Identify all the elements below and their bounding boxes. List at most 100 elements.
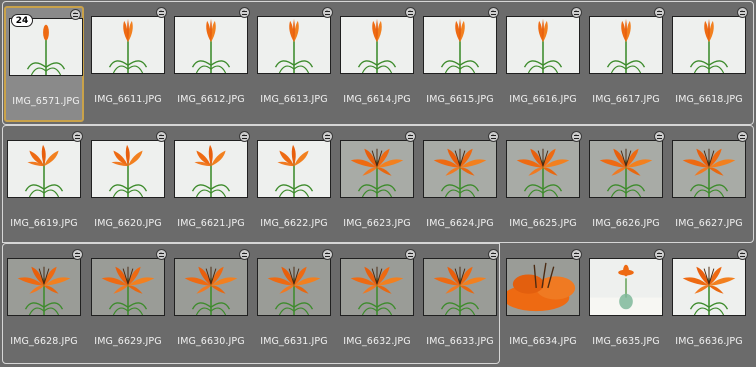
- thumbnail-image[interactable]: [672, 16, 746, 74]
- thumbnail-cell[interactable]: IMG_6624.JPG: [420, 130, 500, 246]
- sync-badge-icon[interactable]: [405, 131, 416, 142]
- thumbnail-filename: IMG_6627.JPG: [675, 218, 743, 229]
- thumbnail-filename: IMG_6618.JPG: [675, 94, 743, 105]
- thumbnail-image[interactable]: [672, 140, 746, 198]
- sync-badge-icon[interactable]: [72, 249, 83, 260]
- thumbnail-cell[interactable]: IMG_6611.JPG: [88, 6, 168, 122]
- sync-badge-icon[interactable]: [156, 7, 167, 18]
- filmstrip-grid: IMG_6571.JPG 24 IMG_6611.JPG IMG_6612.JPG IM…: [0, 0, 756, 367]
- thumbnail-cell[interactable]: IMG_6634.JPG: [503, 248, 583, 364]
- thumbnail-cell[interactable]: IMG_6631.JPG: [254, 248, 334, 364]
- sync-badge-icon[interactable]: [571, 249, 582, 260]
- thumbnail-filename: IMG_6636.JPG: [675, 336, 743, 347]
- sync-badge-icon[interactable]: [488, 249, 499, 260]
- thumbnail-cell[interactable]: IMG_6632.JPG: [337, 248, 417, 364]
- thumbnail-filename: IMG_6630.JPG: [177, 336, 245, 347]
- thumbnail-cell[interactable]: IMG_6571.JPG 24: [4, 6, 84, 122]
- thumbnail-filename: IMG_6635.JPG: [592, 336, 660, 347]
- thumbnail-image[interactable]: [91, 140, 165, 198]
- thumbnail-cell[interactable]: IMG_6619.JPG: [4, 130, 84, 246]
- thumbnail-image[interactable]: [174, 140, 248, 198]
- sync-badge-icon[interactable]: [72, 131, 83, 142]
- sync-badge-icon[interactable]: [654, 249, 665, 260]
- sync-badge-icon[interactable]: [571, 131, 582, 142]
- thumbnail-filename: IMG_6617.JPG: [592, 94, 660, 105]
- thumbnail-cell[interactable]: IMG_6629.JPG: [88, 248, 168, 364]
- sync-badge-icon[interactable]: [737, 131, 748, 142]
- sync-badge-icon[interactable]: [571, 7, 582, 18]
- sync-badge-icon[interactable]: [239, 131, 250, 142]
- sync-badge-icon[interactable]: [156, 131, 167, 142]
- thumbnail-image[interactable]: [506, 258, 580, 316]
- thumbnail-image[interactable]: [589, 258, 663, 316]
- thumbnail-cell[interactable]: IMG_6625.JPG: [503, 130, 583, 246]
- thumbnail-filename: IMG_6633.JPG: [426, 336, 494, 347]
- thumbnail-image[interactable]: [506, 140, 580, 198]
- sync-badge-icon[interactable]: [70, 9, 81, 20]
- sync-badge-icon[interactable]: [488, 131, 499, 142]
- sync-badge-icon[interactable]: [654, 7, 665, 18]
- thumbnail-cell[interactable]: IMG_6614.JPG: [337, 6, 417, 122]
- thumbnail-cell[interactable]: IMG_6620.JPG: [88, 130, 168, 246]
- thumbnail-cell[interactable]: IMG_6636.JPG: [669, 248, 749, 364]
- thumbnail-image[interactable]: [91, 258, 165, 316]
- thumbnail-filename: IMG_6612.JPG: [177, 94, 245, 105]
- thumbnail-cell[interactable]: IMG_6633.JPG: [420, 248, 500, 364]
- sync-badge-icon[interactable]: [322, 7, 333, 18]
- thumbnail-cell[interactable]: IMG_6616.JPG: [503, 6, 583, 122]
- thumbnail-cell[interactable]: IMG_6623.JPG: [337, 130, 417, 246]
- thumbnail-image[interactable]: [589, 16, 663, 74]
- thumbnail-cell[interactable]: IMG_6612.JPG: [171, 6, 251, 122]
- thumbnail-cell[interactable]: IMG_6622.JPG: [254, 130, 334, 246]
- thumbnail-image[interactable]: [672, 258, 746, 316]
- thumbnail-cell[interactable]: IMG_6617.JPG: [586, 6, 666, 122]
- thumbnail-cell[interactable]: IMG_6635.JPG: [586, 248, 666, 364]
- thumbnail-image[interactable]: [340, 258, 414, 316]
- thumbnail-cell[interactable]: IMG_6621.JPG: [171, 130, 251, 246]
- thumbnail-filename: IMG_6620.JPG: [94, 218, 162, 229]
- thumbnail-filename: IMG_6613.JPG: [260, 94, 328, 105]
- thumbnail-image[interactable]: [91, 16, 165, 74]
- sync-badge-icon[interactable]: [737, 249, 748, 260]
- thumbnail-filename: IMG_6634.JPG: [509, 336, 577, 347]
- sync-badge-icon[interactable]: [239, 249, 250, 260]
- thumbnail-image[interactable]: [340, 140, 414, 198]
- thumbnail-cell[interactable]: IMG_6618.JPG: [669, 6, 749, 122]
- stack-count-badge[interactable]: 24: [11, 14, 33, 27]
- thumbnail-cell[interactable]: IMG_6626.JPG: [586, 130, 666, 246]
- thumbnail-cell[interactable]: IMG_6627.JPG: [669, 130, 749, 246]
- thumbnail-image[interactable]: [7, 140, 81, 198]
- thumbnail-image[interactable]: [423, 258, 497, 316]
- thumbnail-image[interactable]: [257, 140, 331, 198]
- thumbnail-filename: IMG_6614.JPG: [343, 94, 411, 105]
- sync-badge-icon[interactable]: [322, 249, 333, 260]
- thumbnail-image[interactable]: [423, 16, 497, 74]
- sync-badge-icon[interactable]: [654, 131, 665, 142]
- thumbnail-filename: IMG_6622.JPG: [260, 218, 328, 229]
- thumbnail-image[interactable]: [7, 258, 81, 316]
- thumbnail-cell[interactable]: IMG_6628.JPG: [4, 248, 84, 364]
- thumbnail-image[interactable]: [257, 258, 331, 316]
- sync-badge-icon[interactable]: [737, 7, 748, 18]
- sync-badge-icon[interactable]: [405, 7, 416, 18]
- thumbnail-filename: IMG_6626.JPG: [592, 218, 660, 229]
- thumbnail-filename: IMG_6625.JPG: [509, 218, 577, 229]
- thumbnail-image[interactable]: [174, 16, 248, 74]
- thumbnail-image[interactable]: [257, 16, 331, 74]
- thumbnail-image[interactable]: [174, 258, 248, 316]
- thumbnail-cell[interactable]: IMG_6615.JPG: [420, 6, 500, 122]
- thumbnail-image[interactable]: [589, 140, 663, 198]
- sync-badge-icon[interactable]: [322, 131, 333, 142]
- sync-badge-icon[interactable]: [156, 249, 167, 260]
- thumbnail-filename: IMG_6628.JPG: [10, 336, 78, 347]
- sync-badge-icon[interactable]: [405, 249, 416, 260]
- thumbnail-image[interactable]: [340, 16, 414, 74]
- thumbnail-image[interactable]: [506, 16, 580, 74]
- thumbnail-cell[interactable]: IMG_6630.JPG: [171, 248, 251, 364]
- sync-badge-icon[interactable]: [239, 7, 250, 18]
- thumbnail-cell[interactable]: IMG_6613.JPG: [254, 6, 334, 122]
- thumbnail-filename: IMG_6571.JPG: [12, 96, 80, 107]
- thumbnail-filename: IMG_6623.JPG: [343, 218, 411, 229]
- thumbnail-image[interactable]: [423, 140, 497, 198]
- sync-badge-icon[interactable]: [488, 7, 499, 18]
